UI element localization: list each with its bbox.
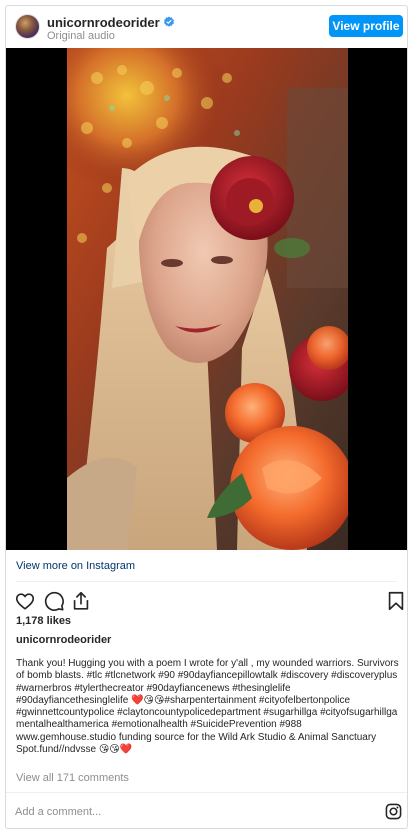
- heart-icon[interactable]: [14, 590, 36, 612]
- instagram-embed-card: unicornrodeorider Original audio View pr…: [5, 5, 408, 829]
- comment-bar: [6, 793, 407, 828]
- comment-input[interactable]: [15, 804, 355, 820]
- verified-badge-icon: [163, 16, 174, 27]
- divider: [16, 581, 397, 582]
- username[interactable]: unicornrodeorider: [47, 15, 160, 30]
- view-all-comments-link[interactable]: View all 171 comments: [16, 772, 129, 784]
- username-row[interactable]: unicornrodeorider: [47, 15, 175, 30]
- bookmark-icon[interactable]: [385, 590, 407, 612]
- post-header: unicornrodeorider Original audio View pr…: [6, 6, 407, 48]
- avatar[interactable]: [15, 14, 40, 39]
- audio-subtitle[interactable]: Original audio: [47, 30, 115, 42]
- caption-username[interactable]: unicornrodeorider: [16, 634, 111, 646]
- video-frame-image[interactable]: [67, 48, 348, 550]
- video-player[interactable]: [6, 48, 407, 550]
- view-more-link[interactable]: View more on Instagram: [16, 560, 135, 572]
- comment-icon[interactable]: [43, 590, 65, 612]
- red-flower-hair: [210, 156, 294, 240]
- instagram-icon[interactable]: [385, 803, 402, 820]
- action-bar: [14, 590, 404, 614]
- share-icon[interactable]: [70, 590, 92, 612]
- view-profile-button[interactable]: View profile: [329, 15, 403, 37]
- like-count[interactable]: 1,178 likes: [16, 615, 71, 627]
- post-caption: Thank you! Hugging you with a poem I wro…: [16, 658, 402, 756]
